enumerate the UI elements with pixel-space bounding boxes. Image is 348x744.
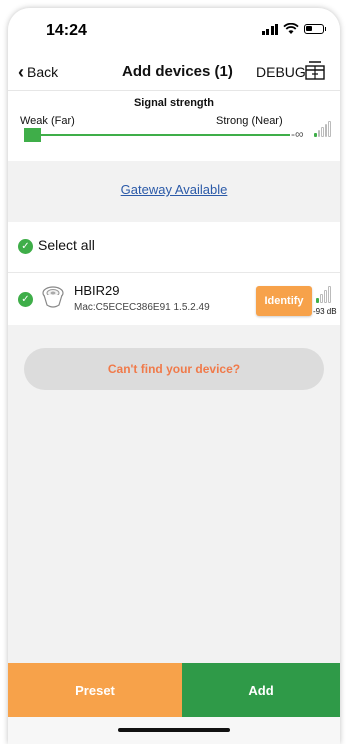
page-title: Add devices (1)	[122, 63, 233, 80]
device-mac: Mac:C5ECEC386E91 1.5.2.49	[74, 302, 210, 313]
back-button[interactable]: ‹ Back	[18, 62, 59, 82]
device-name: HBIR29	[74, 283, 120, 298]
check-circle-icon[interactable]: ✓	[18, 292, 33, 307]
signal-bars-icon	[314, 121, 331, 137]
signal-title: Signal strength	[133, 97, 215, 109]
weak-label: Weak (Far)	[20, 115, 75, 127]
select-all-label: Select all	[38, 237, 95, 253]
gift-icon[interactable]	[304, 60, 326, 80]
home-indicator[interactable]	[118, 728, 230, 732]
cant-find-device-button[interactable]: Can't find your device?	[24, 348, 324, 390]
select-all-row[interactable]: ✓ Select all	[8, 222, 340, 273]
device-row[interactable]: ✓ HBIR29 Mac:C5ECEC386E91 1.5.2.49 Ident…	[8, 273, 340, 325]
battery-icon	[304, 24, 326, 34]
identify-button[interactable]: Identify	[256, 286, 312, 316]
filter-value: -∞	[291, 127, 304, 141]
gateway-available-link[interactable]: Gateway Available	[8, 182, 340, 197]
status-icons	[261, 23, 326, 35]
nav-bar: ‹ Back Add devices (1) DEBUG	[8, 54, 340, 90]
preset-button[interactable]: Preset	[8, 663, 182, 717]
phone-screen: 14:24 ‹ Back Add devices (1) DEBUG Signa…	[8, 8, 340, 744]
signal-slider-handle[interactable]	[24, 128, 41, 142]
signal-slider-track[interactable]	[24, 134, 290, 136]
back-label: Back	[27, 64, 59, 80]
status-bar: 14:24	[8, 8, 340, 54]
device-rssi: -93 dB	[313, 307, 337, 316]
cellular-signal-icon	[261, 23, 278, 35]
debug-button[interactable]: DEBUG	[256, 64, 306, 80]
signal-strength-panel: Signal strength Weak (Far) Strong (Near)…	[8, 90, 340, 161]
check-circle-icon[interactable]: ✓	[18, 239, 33, 254]
home-indicator-area	[8, 717, 340, 744]
wifi-icon	[283, 23, 299, 34]
sensor-device-icon	[42, 286, 64, 308]
device-signal-bars-icon	[316, 285, 331, 303]
strong-label: Strong (Near)	[216, 115, 283, 127]
chevron-left-icon: ‹	[18, 62, 24, 82]
add-button[interactable]: Add	[182, 663, 340, 717]
status-time: 14:24	[46, 22, 87, 39]
